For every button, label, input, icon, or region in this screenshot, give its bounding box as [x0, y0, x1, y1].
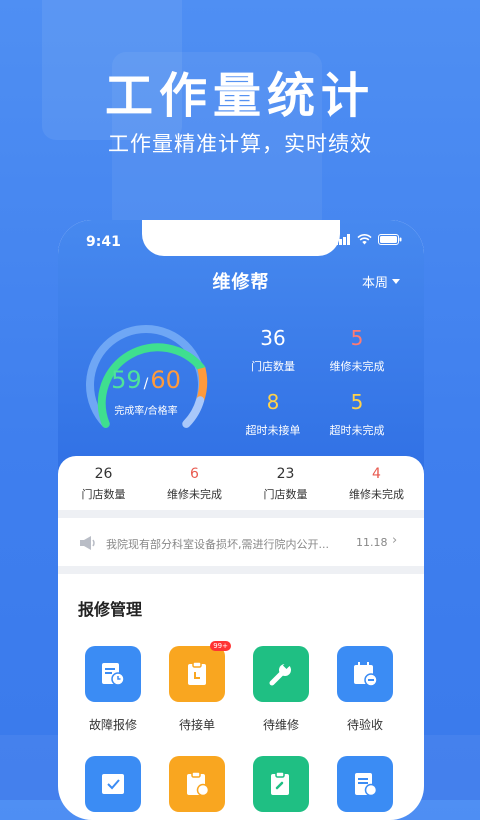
- period-selector[interactable]: 本周: [362, 272, 400, 291]
- summary-label: 维修未完成: [167, 488, 222, 501]
- stat-value: 8: [266, 390, 280, 414]
- chevron-right-icon: ›: [392, 533, 398, 548]
- stat-value: 5: [350, 326, 364, 350]
- grid-label: 待接单: [178, 718, 215, 732]
- wrench-icon: [269, 661, 291, 686]
- summary-value: 6: [190, 466, 199, 482]
- hero-subtitle: 工作量精准计算，实时绩效: [108, 132, 372, 156]
- grid-item-pending-acceptance[interactable]: 待验收: [320, 646, 410, 733]
- gauge-label: 完成率/合格率: [114, 406, 178, 417]
- stat-label: 维修未完成: [329, 360, 385, 373]
- grid-label: 故障报修: [88, 718, 137, 732]
- notice-bar[interactable]: 我院现有部分科室设备损坏,需进行院内公开... 11.18 ›: [58, 520, 424, 566]
- tile: [337, 646, 393, 702]
- tile: [85, 756, 141, 812]
- stat-label: 超时未接单: [245, 424, 301, 437]
- summary-bar: 26 门店数量 6 维修未完成 23 门店数量 4 维修未完成: [58, 456, 424, 510]
- tile: [253, 646, 309, 702]
- summary-value: 23: [276, 466, 295, 482]
- signal-icon: [335, 234, 350, 245]
- divider: [58, 510, 424, 518]
- clipboard-wrench-icon: [271, 771, 289, 795]
- summary-label: 门店数量: [263, 488, 308, 501]
- grid-item-fault-report[interactable]: 故障报修: [68, 646, 158, 733]
- stat-overdue-unaccepted[interactable]: 8 超时未接单: [228, 390, 318, 438]
- report-icon: [102, 663, 125, 686]
- tile: [169, 756, 225, 812]
- hero-title: 工作量统计: [104, 68, 375, 124]
- wifi-icon: [357, 234, 372, 245]
- stat-value: 5: [350, 390, 364, 414]
- notice-date: 11.18: [356, 536, 388, 549]
- summary-item[interactable]: 23 门店数量: [240, 466, 331, 502]
- stat-store-count[interactable]: 36 门店数量: [228, 326, 318, 374]
- completion-rate: 59: [111, 366, 142, 394]
- summary-value: 26: [94, 466, 113, 482]
- gauge-value: 59/60: [76, 366, 216, 394]
- stat-label: 门店数量: [251, 360, 295, 373]
- clipboard-clock-icon: [187, 771, 210, 797]
- divider: [58, 566, 424, 574]
- task-check-icon: [102, 774, 124, 794]
- phone-notch: [142, 220, 340, 256]
- document-clock-icon: [355, 773, 378, 797]
- tile: [85, 646, 141, 702]
- grid-item[interactable]: [152, 756, 242, 812]
- gauge-separator: /: [143, 376, 149, 392]
- tile: 99+: [169, 641, 231, 702]
- status-time: 9:41: [86, 234, 121, 250]
- grid-item[interactable]: [68, 756, 158, 812]
- grid-item-pending-accept[interactable]: 99+ 待接单: [152, 641, 242, 733]
- grid-item[interactable]: [320, 756, 410, 812]
- clipboard-icon: [188, 661, 206, 685]
- grid-item-pending-repair[interactable]: 待维修: [236, 646, 326, 733]
- notification-badge: 99+: [210, 641, 231, 651]
- section-title: 报修管理: [78, 600, 143, 619]
- stat-overdue-unfinished[interactable]: 5 超时未完成: [312, 390, 402, 438]
- pass-rate: 60: [150, 366, 181, 394]
- notice-text: 我院现有部分科室设备损坏,需进行院内公开...: [106, 538, 329, 551]
- grid-item[interactable]: [236, 756, 326, 812]
- summary-value: 4: [372, 466, 381, 482]
- tile: [253, 756, 309, 812]
- summary-label: 维修未完成: [349, 488, 404, 501]
- tile: [337, 756, 393, 812]
- phone-frame: 9:41 维修帮 本周 59/60 完成率/合格率 36 门店数量 5 维修未完…: [58, 220, 424, 820]
- calendar-check-icon: [354, 662, 378, 687]
- status-icons: [335, 234, 402, 245]
- summary-item[interactable]: 6 维修未完成: [149, 466, 240, 502]
- stat-repair-unfinished[interactable]: 5 维修未完成: [312, 326, 402, 374]
- phone-header: 9:41 维修帮 本周 59/60 完成率/合格率 36 门店数量 5 维修未完…: [58, 220, 424, 490]
- megaphone-icon: [80, 536, 95, 550]
- summary-item[interactable]: 26 门店数量: [58, 466, 149, 502]
- caret-down-icon: [392, 279, 400, 284]
- summary-item[interactable]: 4 维修未完成: [331, 466, 422, 502]
- stat-label: 超时未完成: [329, 424, 385, 437]
- period-label: 本周: [361, 276, 388, 291]
- battery-icon: [378, 234, 402, 245]
- summary-label: 门店数量: [81, 488, 126, 501]
- stat-value: 36: [260, 326, 286, 350]
- grid-label: 待验收: [346, 718, 383, 732]
- grid-label: 待维修: [262, 718, 299, 732]
